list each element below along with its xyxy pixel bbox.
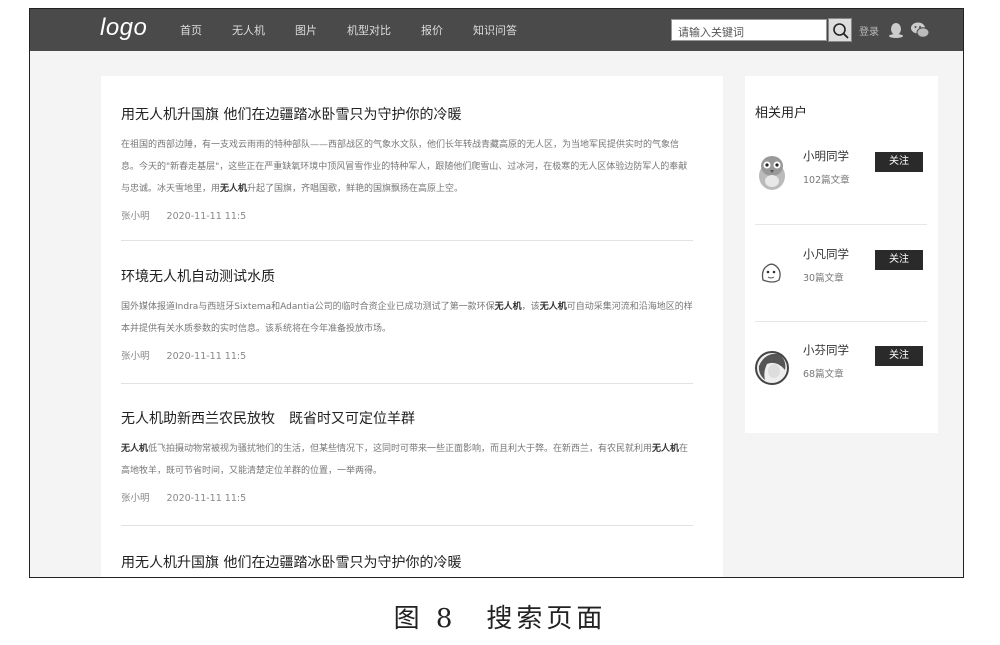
figure-caption: 图 8 搜索页面 bbox=[393, 604, 607, 634]
user-article-count: 30篇文章 bbox=[803, 273, 844, 284]
user-name[interactable]: 小明同学 bbox=[803, 148, 849, 164]
article-date: 2020-11-11 11:5 bbox=[166, 211, 247, 222]
top-navbar: logo 首页 无人机 图片 机型对比 报价 知识问答 请输入关键词 登录 bbox=[30, 9, 963, 51]
article-summary: 国外媒体报道Indra与西班牙Sixtema和Adantia公司的临时合资企业已… bbox=[121, 302, 693, 334]
wechat-icon[interactable] bbox=[910, 21, 930, 39]
article-title[interactable]: 环境无人机自动测试水质 bbox=[121, 266, 693, 286]
search-icon bbox=[833, 23, 849, 39]
login-link[interactable]: 登录 bbox=[859, 23, 879, 38]
article-meta: 张小明 2020-11-11 11:5 bbox=[121, 208, 693, 222]
nav-item-drone[interactable]: 无人机 bbox=[232, 22, 265, 38]
user-article-count: 68篇文章 bbox=[803, 369, 844, 380]
user-card: 小芬同学 68篇文章 关注 bbox=[755, 326, 927, 420]
bird-avatar-icon[interactable] bbox=[755, 152, 789, 192]
qq-icon[interactable] bbox=[887, 21, 905, 39]
article-summary: 无人机低飞拍摄动物常被视为骚扰牠们的生活，但某些情况下，这同时可带来一些正面影响… bbox=[121, 444, 689, 476]
article-meta: 张小明 2020-11-11 11:5 bbox=[121, 490, 693, 504]
article-item: 无人机助新西兰农民放牧 既省时又可定位羊群 无人机低飞拍摄动物常被视为骚扰牠们的… bbox=[121, 408, 693, 504]
logo[interactable]: logo bbox=[100, 14, 147, 42]
divider bbox=[755, 224, 927, 225]
nav-item-compare[interactable]: 机型对比 bbox=[347, 22, 391, 38]
user-name[interactable]: 小芬同学 bbox=[803, 342, 849, 358]
nav-item-qa[interactable]: 知识问答 bbox=[473, 22, 517, 38]
article-title[interactable]: 无人机助新西兰农民放牧 既省时又可定位羊群 bbox=[121, 408, 693, 428]
follow-button[interactable]: 关注 bbox=[875, 152, 923, 172]
article-author[interactable]: 张小明 bbox=[121, 211, 150, 222]
nav-item-images[interactable]: 图片 bbox=[295, 22, 317, 38]
nav-item-price[interactable]: 报价 bbox=[421, 22, 443, 38]
divider bbox=[121, 525, 693, 526]
article-item: 环境无人机自动测试水质 国外媒体报道Indra与西班牙Sixtema和Adant… bbox=[121, 266, 693, 362]
divider bbox=[755, 321, 927, 322]
article-title[interactable]: 用无人机升国旗 他们在边疆踏冰卧雪只为守护你的冷暖 bbox=[121, 552, 693, 572]
article-summary: 在祖国的西部边陲，有一支戏云雨雨的特种部队——西部战区的气象水文队，他们长年转战… bbox=[121, 140, 688, 194]
divider bbox=[121, 240, 693, 241]
divider bbox=[121, 383, 693, 384]
nav-item-home[interactable]: 首页 bbox=[180, 22, 202, 38]
follow-button[interactable]: 关注 bbox=[875, 346, 923, 366]
follow-button[interactable]: 关注 bbox=[875, 250, 923, 270]
article-meta: 张小明 2020-11-11 11:5 bbox=[121, 348, 693, 362]
cartoon-avatar-icon[interactable] bbox=[755, 250, 789, 290]
main-nav: 首页 无人机 图片 机型对比 报价 知识问答 bbox=[180, 9, 547, 51]
article-item: 用无人机升国旗 他们在边疆踏冰卧雪只为守护你的冷暖 bbox=[121, 552, 693, 572]
sidebar-title: 相关用户 bbox=[755, 106, 808, 121]
article-list: 用无人机升国旗 他们在边疆踏冰卧雪只为守护你的冷暖 在祖国的西部边陲，有一支戏云… bbox=[101, 76, 723, 577]
user-name[interactable]: 小凡同学 bbox=[803, 246, 849, 262]
user-card: 小明同学 102篇文章 关注 bbox=[755, 132, 927, 226]
article-item: 用无人机升国旗 他们在边疆踏冰卧雪只为守护你的冷暖 在祖国的西部边陲，有一支戏云… bbox=[121, 104, 693, 222]
article-date: 2020-11-11 11:5 bbox=[166, 351, 247, 362]
search-button[interactable] bbox=[828, 18, 852, 42]
article-author[interactable]: 张小明 bbox=[121, 351, 150, 362]
article-title[interactable]: 用无人机升国旗 他们在边疆踏冰卧雪只为守护你的冷暖 bbox=[121, 104, 693, 124]
search-input[interactable]: 请输入关键词 bbox=[671, 19, 827, 41]
portrait-avatar-icon[interactable] bbox=[755, 346, 789, 386]
browser-frame: logo 首页 无人机 图片 机型对比 报价 知识问答 请输入关键词 登录 用无… bbox=[29, 8, 964, 578]
article-author[interactable]: 张小明 bbox=[121, 493, 150, 504]
related-users-panel: 相关用户 小明同学 102篇文章 关注 小凡同学 30篇文章 关注 小芬同学 6… bbox=[745, 76, 938, 433]
article-date: 2020-11-11 11:5 bbox=[166, 493, 247, 504]
user-article-count: 102篇文章 bbox=[803, 175, 850, 186]
user-card: 小凡同学 30篇文章 关注 bbox=[755, 230, 927, 324]
